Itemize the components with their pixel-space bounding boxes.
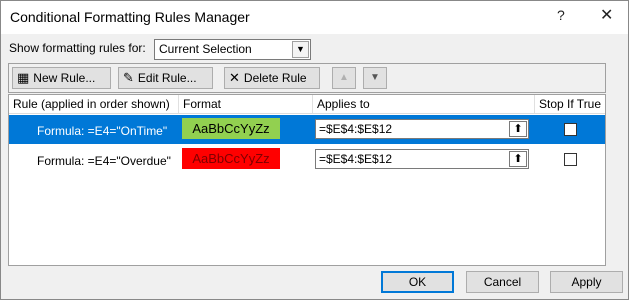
range-picker-icon[interactable]: ⬆	[509, 151, 527, 167]
delete-icon: ✕	[229, 70, 240, 85]
format-preview: AaBbCcYyZz	[182, 118, 280, 139]
header-stop-if-true: Stop If True	[539, 97, 602, 111]
help-icon[interactable]: ?	[557, 7, 565, 23]
move-down-button[interactable]: ▼	[363, 67, 387, 89]
cancel-button[interactable]: Cancel	[466, 271, 539, 293]
header-applies-to: Applies to	[313, 95, 535, 113]
title-bar: Conditional Formatting Rules Manager ? ✕	[1, 1, 628, 34]
delete-rule-label: Delete Rule	[243, 71, 307, 85]
applies-to-value: =$E$4:$E$12	[319, 122, 393, 136]
edit-rule-button[interactable]: ✎ Edit Rule...	[118, 67, 213, 89]
applies-to-value: =$E$4:$E$12	[319, 152, 393, 166]
chevron-down-icon[interactable]: ▼	[292, 41, 309, 58]
new-rule-label: New Rule...	[33, 71, 96, 85]
rule-row[interactable]: Formula: =E4="Overdue" AaBbCcYyZz =$E$4:…	[9, 145, 605, 174]
arrow-up-icon: ▲	[339, 72, 349, 83]
show-rules-select[interactable]: Current Selection ▼	[154, 39, 311, 60]
close-icon[interactable]: ✕	[600, 5, 613, 25]
header-format: Format	[179, 95, 313, 113]
format-preview: AaBbCcYyZz	[182, 148, 280, 169]
edit-rule-label: Edit Rule...	[137, 71, 197, 85]
range-picker-icon[interactable]: ⬆	[509, 121, 527, 137]
applies-to-field[interactable]: =$E$4:$E$12 ⬆	[315, 149, 529, 169]
rule-description: Formula: =E4="Overdue"	[37, 154, 171, 168]
arrow-down-icon: ▼	[370, 72, 380, 83]
stop-if-true-checkbox[interactable]	[564, 123, 577, 136]
show-rules-value: Current Selection	[159, 42, 252, 56]
move-up-button[interactable]: ▲	[332, 67, 356, 89]
new-rule-button[interactable]: ▦ New Rule...	[12, 67, 111, 89]
new-rule-icon: ▦	[17, 70, 30, 85]
rules-grid: Rule (applied in order shown) Format App…	[8, 94, 606, 266]
stop-if-true-checkbox[interactable]	[564, 153, 577, 166]
dialog-title: Conditional Formatting Rules Manager	[10, 9, 250, 25]
show-rules-label: Show formatting rules for:	[9, 41, 146, 55]
rule-description: Formula: =E4="OnTime"	[37, 124, 168, 138]
delete-rule-button[interactable]: ✕ Delete Rule	[224, 67, 320, 89]
applies-to-field[interactable]: =$E$4:$E$12 ⬆	[315, 119, 529, 139]
ok-button[interactable]: OK	[381, 271, 454, 293]
rule-row[interactable]: Formula: =E4="OnTime" AaBbCcYyZz =$E$4:$…	[9, 115, 605, 144]
apply-button[interactable]: Apply	[550, 271, 623, 293]
rules-toolbar: ▦ New Rule... ✎ Edit Rule... ✕ Delete Rule …	[8, 63, 606, 93]
rules-manager-dialog: Conditional Formatting Rules Manager ? ✕…	[0, 0, 629, 300]
header-rule: Rule (applied in order shown)	[9, 95, 179, 113]
edit-rule-icon: ✎	[123, 70, 134, 85]
grid-header: Rule (applied in order shown) Format App…	[9, 95, 605, 114]
